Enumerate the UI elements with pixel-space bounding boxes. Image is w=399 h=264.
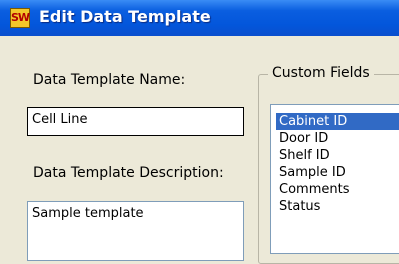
- list-item-shelf-id[interactable]: Shelf ID: [276, 147, 333, 164]
- list-item-door-id[interactable]: Door ID: [276, 130, 331, 147]
- list-item-cabinet-id[interactable]: Cabinet ID: [276, 113, 399, 130]
- custom-fields-list[interactable]: Cabinet ID Door ID Shelf ID Sample ID Co…: [270, 104, 399, 254]
- template-description-label: Data Template Description:: [33, 165, 224, 181]
- list-item-status[interactable]: Status: [276, 198, 323, 215]
- custom-fields-legend: Custom Fields: [268, 65, 374, 81]
- template-name-input[interactable]: Cell Line: [27, 107, 244, 136]
- app-icon[interactable]: SW: [10, 8, 30, 28]
- list-item-comments[interactable]: Comments: [276, 181, 352, 198]
- list-item-sample-id[interactable]: Sample ID: [276, 164, 349, 181]
- template-description-input[interactable]: Sample template: [27, 201, 244, 261]
- window-title: Edit Data Template: [39, 7, 211, 26]
- template-name-label: Data Template Name:: [33, 72, 186, 88]
- title-bar[interactable]: SW Edit Data Template: [0, 0, 399, 36]
